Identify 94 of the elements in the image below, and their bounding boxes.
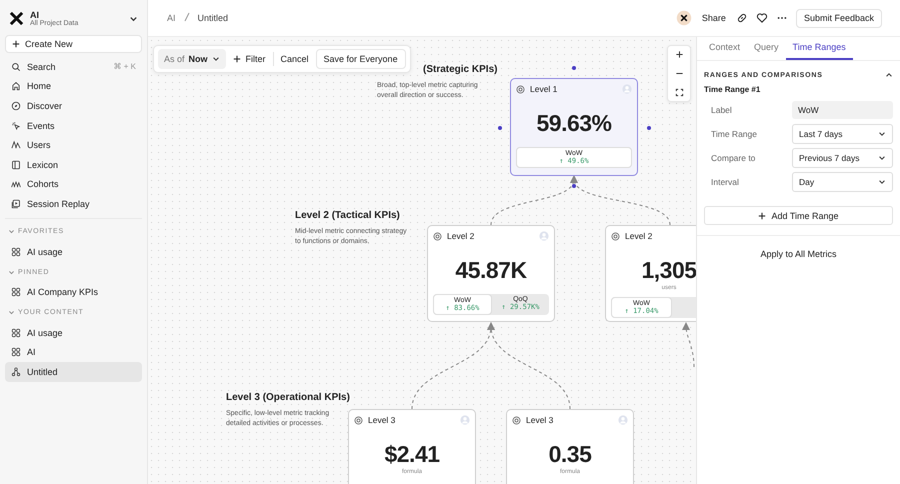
metric-value: $2.41: [384, 441, 440, 468]
grid-icon: [11, 246, 21, 257]
field-label: Label: [711, 105, 733, 115]
sidebar-item[interactable]: Untitled: [5, 362, 142, 382]
card-label: Level 1: [530, 84, 558, 94]
plus-icon: [12, 40, 20, 48]
share-button[interactable]: Share: [700, 13, 728, 23]
handle-dot[interactable]: [572, 184, 576, 188]
nav-item[interactable]: Home: [5, 76, 142, 96]
handle-dot[interactable]: [647, 126, 651, 130]
collapse-icon[interactable]: [885, 71, 893, 79]
apply-all-button[interactable]: Apply to All Metrics: [754, 248, 843, 260]
select-dropdown[interactable]: Last 7 days: [792, 124, 893, 144]
gear-icon: [512, 416, 521, 424]
metric-value: 0.35: [548, 441, 592, 468]
add-time-range-button[interactable]: Add Time Range: [704, 206, 893, 225]
gear-icon: [433, 232, 442, 240]
select-dropdown[interactable]: Previous 7 days: [792, 148, 893, 168]
sidebar-item[interactable]: AI Company KPIs: [5, 282, 142, 302]
breadcrumb-link[interactable]: Untitled: [198, 13, 228, 23]
card-label: Level 2: [625, 231, 654, 241]
field-label: Compare to: [711, 153, 756, 163]
submit-feedback-button[interactable]: Submit Feedback: [796, 8, 882, 28]
workspace-name: AI: [30, 10, 40, 20]
range-title: Time Range #1: [704, 85, 762, 94]
plus-icon: [758, 212, 766, 220]
avatar-icon: [460, 415, 470, 425]
avatar-icon[interactable]: [676, 10, 692, 26]
avatar-icon: [622, 84, 632, 94]
field-label: Interval: [711, 177, 740, 187]
card-label: Level 2: [447, 231, 476, 241]
zoom-in-icon[interactable]: [674, 50, 684, 59]
chevron-down-icon[interactable]: [129, 14, 138, 23]
compass-icon: [11, 100, 21, 111]
card-label: Level 3: [368, 415, 396, 425]
chevron-down-icon: [212, 55, 220, 63]
gear-icon: [354, 416, 363, 424]
field-label: Time Range: [711, 129, 758, 139]
gear-icon: [611, 232, 620, 240]
as-of-dropdown[interactable]: As of Now: [158, 49, 226, 69]
book-icon: [11, 160, 21, 170]
save-button[interactable]: Save for Everyone: [316, 49, 406, 69]
chevron-down-icon: [8, 228, 15, 236]
nav-item[interactable]: Search ⌘ + K: [5, 57, 142, 77]
chevron-down-icon: [8, 309, 15, 316]
home-icon: [11, 81, 21, 92]
select-dropdown[interactable]: Day: [792, 172, 893, 192]
link-icon[interactable]: [736, 12, 748, 24]
chevron-down-icon: [878, 130, 886, 138]
chevron-down-icon: [8, 268, 15, 276]
avatar-icon: [539, 231, 549, 241]
shortcut-hint: ⌘ + K: [114, 62, 136, 72]
search-icon: [11, 62, 21, 72]
panel-tab[interactable]: Time Ranges: [786, 37, 853, 60]
filter-button[interactable]: Filter: [228, 54, 270, 64]
hierarchy-icon: [11, 366, 21, 377]
card-label: Level 3: [526, 415, 554, 425]
breadcrumb-separator: [184, 12, 190, 24]
chevron-down-icon: [878, 154, 886, 162]
handle-dot[interactable]: [498, 126, 502, 130]
sidebar-item[interactable]: AI: [5, 342, 142, 362]
connector-line: [682, 322, 694, 368]
level-title: Level 2 (Tactical KPIs): [295, 210, 401, 221]
events-icon: [11, 120, 21, 131]
grid-icon: [11, 287, 21, 298]
panel-tab[interactable]: Query: [747, 37, 786, 60]
level-title: (Strategic KPIs): [423, 64, 497, 75]
replay-icon: [11, 198, 21, 209]
chevron-down-icon: [878, 178, 886, 186]
sidebar-item[interactable]: AI usage: [5, 242, 142, 262]
panel-tab[interactable]: Context: [702, 37, 748, 60]
nav-item[interactable]: Session Replay: [5, 194, 142, 214]
sidebar-item[interactable]: AI usage: [5, 322, 142, 343]
nav-item[interactable]: Discover: [5, 96, 142, 116]
handle-dot[interactable]: [572, 66, 576, 70]
plus-icon: [232, 55, 241, 63]
create-new-button[interactable]: Create New: [5, 35, 142, 53]
grid-icon: [11, 328, 21, 338]
metric-value: 1,305: [641, 257, 696, 284]
metric-value: 59.63%: [536, 110, 612, 137]
gear-icon: [516, 84, 525, 94]
heart-icon[interactable]: [756, 12, 768, 24]
nav-item[interactable]: Events: [5, 116, 142, 136]
logo-icon: [9, 11, 24, 26]
fit-view-icon[interactable]: [674, 88, 684, 97]
avatar-icon: [618, 415, 628, 425]
nav-item[interactable]: Lexicon: [5, 154, 142, 175]
label-input[interactable]: WoW: [792, 101, 893, 119]
nav-item[interactable]: Users: [5, 135, 142, 155]
breadcrumb-link[interactable]: AI: [167, 13, 176, 23]
metric-value: 45.87K: [455, 257, 527, 284]
nav-item[interactable]: Cohorts: [5, 174, 142, 194]
grid-icon: [11, 347, 21, 358]
cancel-button[interactable]: Cancel: [276, 54, 313, 64]
